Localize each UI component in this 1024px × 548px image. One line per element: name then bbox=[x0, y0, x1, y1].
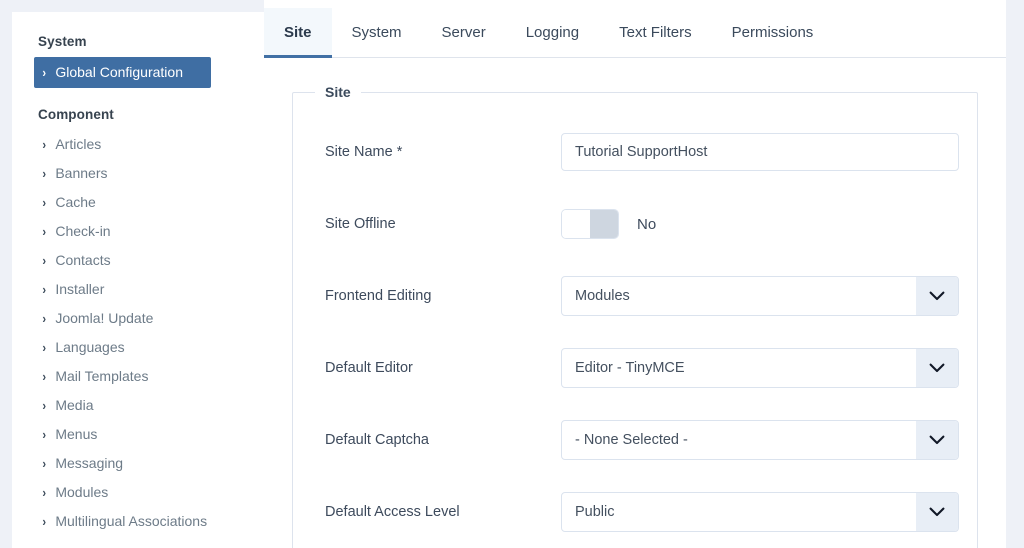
site-name-input[interactable] bbox=[561, 133, 959, 171]
sidebar-item-label: Messaging bbox=[55, 455, 124, 471]
tab-server[interactable]: Server bbox=[422, 8, 506, 58]
sidebar-item-multilingual-associations[interactable]: › Multilingual Associations bbox=[38, 507, 246, 536]
chevron-right-icon: › bbox=[42, 311, 47, 326]
sidebar-item-installer[interactable]: › Installer bbox=[38, 275, 246, 304]
sidebar-item-mail-templates[interactable]: › Mail Templates bbox=[38, 362, 246, 391]
sidebar-item-label: Banners bbox=[55, 165, 108, 181]
chevron-right-icon: › bbox=[42, 253, 47, 268]
frontend-editing-value: Modules bbox=[575, 288, 630, 304]
app-page: System › Global Configuration Component … bbox=[0, 0, 1024, 548]
default-access-level-select[interactable]: Public bbox=[561, 492, 959, 532]
sidebar-item-label: Installer bbox=[55, 281, 105, 297]
site-offline-label: Site Offline bbox=[325, 216, 396, 232]
field-row-default-captcha: Default Captcha - None Selected - bbox=[293, 404, 977, 476]
default-captcha-value: - None Selected - bbox=[575, 432, 688, 448]
sidebar-item-contacts[interactable]: › Contacts bbox=[38, 246, 246, 275]
sidebar-item-media[interactable]: › Media bbox=[38, 391, 246, 420]
sidebar-item-label: Mail Templates bbox=[55, 368, 149, 384]
sidebar-item-label: Cache bbox=[55, 194, 96, 210]
sidebar-item-label: Articles bbox=[55, 136, 102, 152]
sidebar-item-label: Modules bbox=[55, 484, 109, 500]
settings-form: Site Site Name * Site Offline bbox=[264, 58, 1006, 548]
field-row-frontend-editing: Frontend Editing Modules bbox=[293, 260, 977, 332]
toggle-track bbox=[590, 210, 618, 238]
sidebar-item-label: Joomla! Update bbox=[55, 310, 154, 326]
sidebar-heading-component: Component bbox=[38, 107, 114, 122]
default-access-level-label: Default Access Level bbox=[325, 504, 460, 520]
sidebar-nav: System › Global Configuration Component … bbox=[12, 12, 264, 544]
sidebar-item-banners[interactable]: › Banners bbox=[38, 159, 246, 188]
sidebar-item-articles[interactable]: › Articles bbox=[38, 130, 246, 159]
chevron-down-icon bbox=[916, 277, 958, 315]
default-access-level-value: Public bbox=[575, 504, 615, 520]
default-captcha-select[interactable]: - None Selected - bbox=[561, 420, 959, 460]
frontend-editing-select[interactable]: Modules bbox=[561, 276, 959, 316]
site-fieldset: Site Site Name * Site Offline bbox=[292, 84, 978, 548]
sidebar-item-global-configuration[interactable]: › Global Configuration bbox=[34, 57, 211, 88]
sidebar-item-modules[interactable]: › Modules bbox=[38, 478, 246, 507]
site-offline-state-label: No bbox=[637, 215, 657, 233]
field-row-site-name: Site Name * bbox=[293, 116, 977, 188]
tab-text-filters[interactable]: Text Filters bbox=[599, 8, 712, 58]
sidebar-heading-system: System bbox=[38, 34, 87, 49]
chevron-right-icon: › bbox=[42, 398, 47, 413]
tab-system[interactable]: System bbox=[332, 8, 422, 58]
chevron-right-icon: › bbox=[42, 514, 47, 529]
site-name-label: Site Name * bbox=[325, 144, 403, 160]
chevron-down-icon bbox=[916, 493, 958, 531]
tab-logging[interactable]: Logging bbox=[506, 8, 599, 58]
sidebar-item-label: Contacts bbox=[55, 252, 111, 268]
chevron-right-icon: › bbox=[42, 282, 47, 297]
sidebar-item-label: Languages bbox=[55, 339, 125, 355]
tab-permissions[interactable]: Permissions bbox=[712, 8, 834, 58]
sidebar-item-languages[interactable]: › Languages bbox=[38, 333, 246, 362]
chevron-down-icon bbox=[916, 421, 958, 459]
field-row-default-editor: Default Editor Editor - TinyMCE bbox=[293, 332, 977, 404]
sidebar-item-label: Multilingual Associations bbox=[55, 513, 208, 529]
sidebar-item-label: Media bbox=[55, 397, 94, 413]
default-editor-select[interactable]: Editor - TinyMCE bbox=[561, 348, 959, 388]
default-captcha-label: Default Captcha bbox=[325, 432, 429, 448]
sidebar-item-label: Check-in bbox=[55, 223, 111, 239]
chevron-right-icon: › bbox=[42, 369, 47, 384]
default-editor-label: Default Editor bbox=[325, 360, 413, 376]
frontend-editing-label: Frontend Editing bbox=[325, 288, 432, 304]
sidebar-item-joomla-update[interactable]: › Joomla! Update bbox=[38, 304, 246, 333]
field-row-site-offline: Site Offline No bbox=[293, 188, 977, 260]
sidebar-item-check-in[interactable]: › Check-in bbox=[38, 217, 246, 246]
tab-site[interactable]: Site bbox=[264, 8, 332, 58]
tab-bar: Site System Server Logging Text Filters … bbox=[264, 0, 1006, 58]
toggle-knob bbox=[562, 210, 590, 238]
default-editor-value: Editor - TinyMCE bbox=[575, 360, 685, 376]
sidebar-item-menus[interactable]: › Menus bbox=[38, 420, 246, 449]
chevron-right-icon: › bbox=[42, 224, 47, 239]
field-row-default-access-level: Default Access Level Public bbox=[293, 476, 977, 548]
chevron-right-icon: › bbox=[42, 166, 47, 181]
chevron-right-icon: › bbox=[42, 340, 47, 355]
chevron-right-icon: › bbox=[42, 195, 47, 210]
main-panel: Site System Server Logging Text Filters … bbox=[264, 0, 1006, 548]
site-offline-toggle[interactable] bbox=[561, 209, 619, 239]
sidebar-item-cache[interactable]: › Cache bbox=[38, 188, 246, 217]
sidebar-item-label: Menus bbox=[55, 426, 98, 442]
sidebar-item-label: Global Configuration bbox=[55, 64, 183, 80]
sidebar-item-messaging[interactable]: › Messaging bbox=[38, 449, 246, 478]
site-fieldset-legend: Site bbox=[325, 84, 351, 100]
sidebar: System › Global Configuration Component … bbox=[12, 12, 264, 548]
chevron-right-icon: › bbox=[42, 485, 47, 500]
chevron-down-icon bbox=[916, 349, 958, 387]
chevron-right-icon: › bbox=[42, 65, 47, 80]
chevron-right-icon: › bbox=[42, 456, 47, 471]
chevron-right-icon: › bbox=[42, 427, 47, 442]
chevron-right-icon: › bbox=[42, 137, 47, 152]
